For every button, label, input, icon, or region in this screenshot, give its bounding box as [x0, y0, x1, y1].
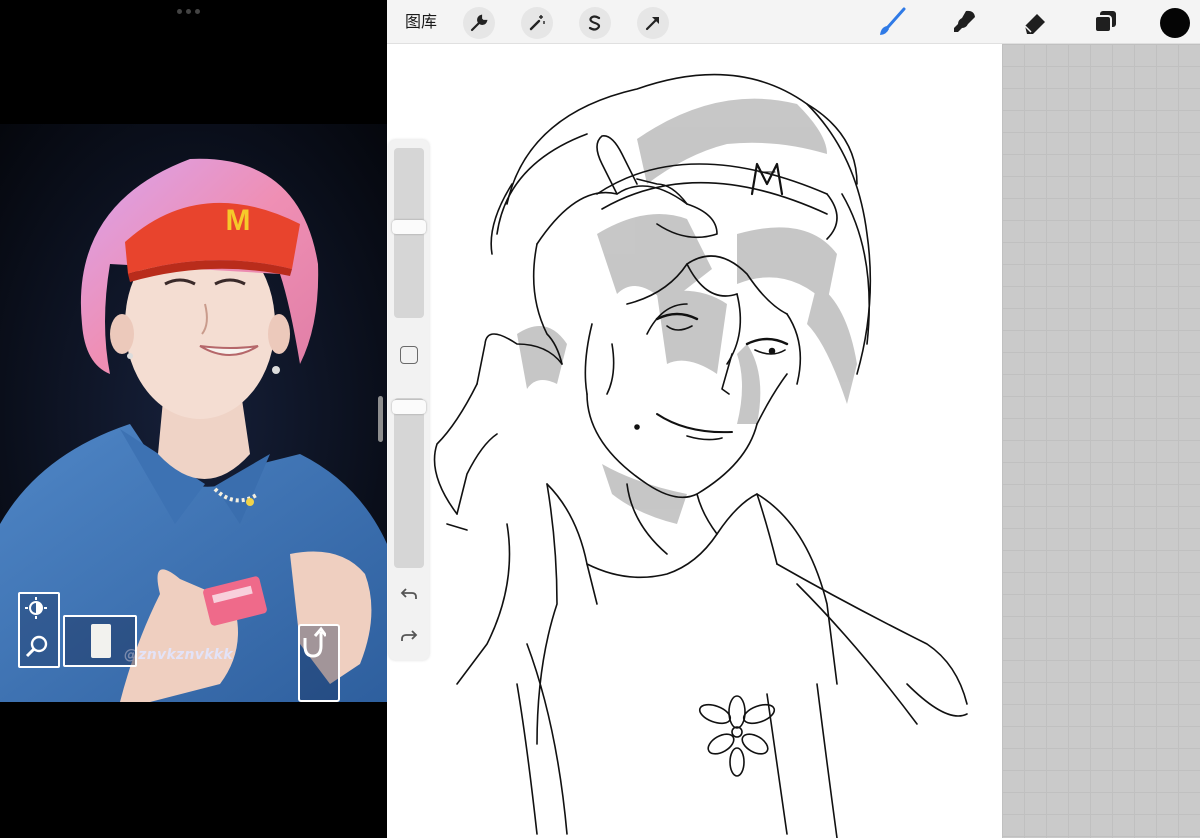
drawing-toolbar: 图库 — [387, 0, 1200, 44]
split-view-divider[interactable] — [378, 396, 383, 442]
magic-wand-icon[interactable] — [521, 7, 553, 39]
sun-half-icon[interactable] — [25, 597, 53, 625]
canvas-background-grid — [1002, 44, 1200, 838]
drawing-app-pane: 图库 — [387, 0, 1200, 838]
undo-arrow-icon[interactable] — [298, 624, 340, 702]
redo-icon[interactable] — [397, 626, 421, 646]
gallery-button[interactable]: 图库 — [405, 10, 437, 34]
reference-photo: M @znvkznvkkk — [0, 124, 387, 702]
selection-s-icon[interactable] — [579, 7, 611, 39]
eraser-icon[interactable] — [1019, 6, 1051, 38]
undo-icon[interactable] — [397, 584, 421, 604]
smudge-icon[interactable] — [948, 6, 980, 38]
brush-opacity-thumb[interactable] — [392, 400, 426, 414]
photo-control-stack — [18, 592, 60, 668]
photo-thumbnail — [91, 624, 111, 658]
brush-sidebar — [389, 140, 429, 660]
visor-logo: M — [226, 204, 251, 237]
drawing-canvas[interactable] — [387, 44, 1002, 838]
photo-watermark: @znvkznvkkk — [124, 647, 234, 663]
modify-square-icon[interactable] — [400, 346, 418, 364]
photo-thumbnail-frame[interactable] — [63, 615, 137, 667]
brush-opacity-slider[interactable] — [394, 398, 424, 568]
wrench-icon[interactable] — [463, 7, 495, 39]
brush-size-thumb[interactable] — [392, 220, 426, 234]
reference-photo-pane: M @znvkznvkkk — [0, 0, 387, 838]
screen: M @znvkznvkkk 图库 — [0, 0, 1200, 838]
magnifier-icon[interactable] — [25, 634, 53, 662]
transform-arrow-icon[interactable] — [637, 7, 669, 39]
split-view-drag-handle[interactable] — [177, 9, 200, 14]
sketch-drawing — [433, 73, 968, 838]
layers-icon[interactable] — [1089, 6, 1121, 38]
color-picker-swatch[interactable] — [1160, 8, 1190, 38]
brush-icon[interactable] — [876, 6, 908, 38]
